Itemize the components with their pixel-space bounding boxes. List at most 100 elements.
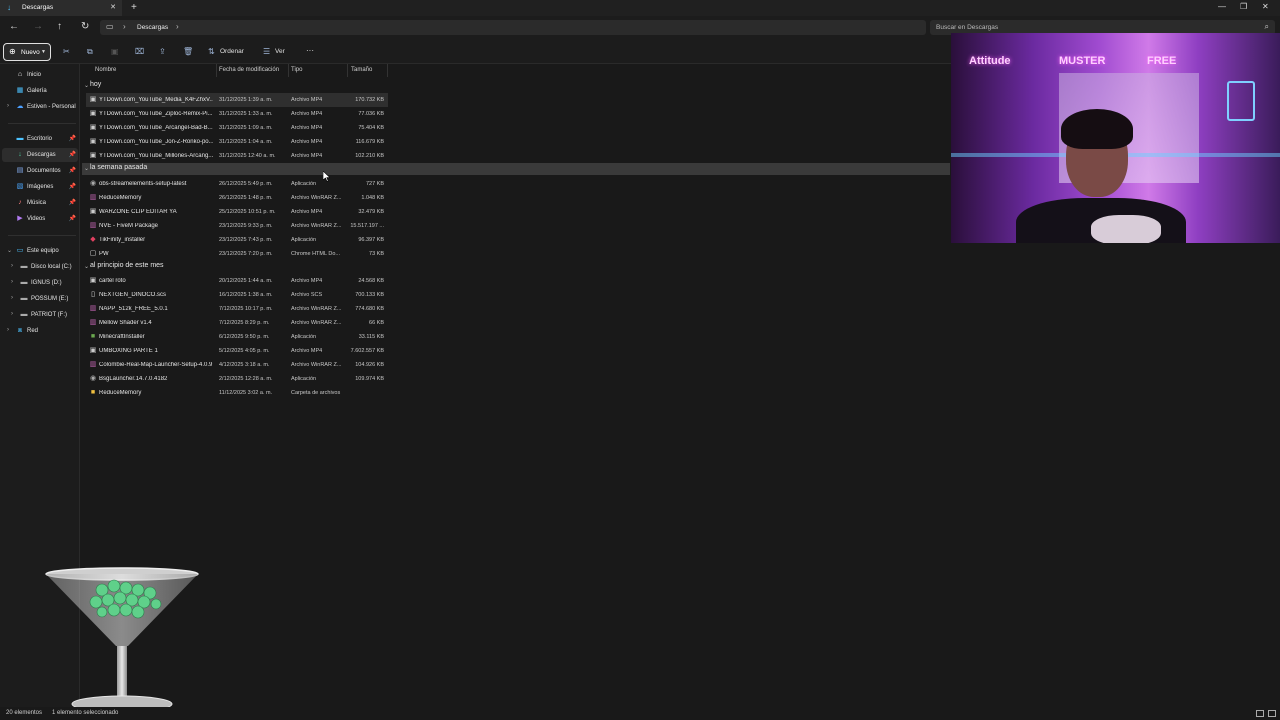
pin-icon[interactable]: 📌 — [69, 151, 76, 158]
file-row[interactable]: ■ ReduceMemory 11/12/2025 3:02 a. m. Car… — [86, 386, 388, 400]
file-name: cartel roto — [99, 278, 126, 284]
file-row[interactable]: ▣ UMBOXING PARTE 1 5/12/2025 4:05 p. m. … — [86, 344, 388, 358]
file-row[interactable]: ▥ Mellow Shader v1.4 7/12/2025 8:29 p. m… — [86, 316, 388, 330]
file-row[interactable]: ▥ NAPP_512k_FREE_5.0.1 7/12/2025 10:17 p… — [86, 302, 388, 316]
sidebar-item-musica[interactable]: ♪ Música 📌 — [2, 196, 78, 210]
minimize-button[interactable]: — — [1218, 2, 1226, 11]
breadcrumb-descargas[interactable]: Descargas — [137, 24, 168, 31]
computer-icon: ▭ — [16, 247, 24, 254]
drive-icon: ▬ — [20, 263, 28, 270]
sidebar-item-onedrive[interactable]: › ☁ Estiven - Personal — [2, 100, 78, 114]
chevron-right-icon[interactable]: › — [7, 327, 9, 333]
chevron-down-icon[interactable]: ⌄ — [7, 247, 12, 254]
maximize-button[interactable]: ❐ — [1240, 2, 1247, 11]
file-size: 73 KB — [369, 251, 384, 257]
rename-icon[interactable]: ⌧ — [135, 47, 144, 56]
delete-icon[interactable]: 🗑 — [183, 47, 193, 56]
chevron-right-icon[interactable]: › — [11, 279, 13, 285]
file-row[interactable]: ▯ NEXTGEN_DINOCO.scs 16/12/2025 1:38 a. … — [86, 288, 388, 302]
sidebar-item-videos[interactable]: ▶ Videos 📌 — [2, 212, 78, 226]
chevron-right-icon[interactable]: › — [7, 103, 9, 109]
column-divider[interactable] — [216, 64, 217, 77]
chevron-down-icon[interactable]: ⌄ — [84, 165, 89, 172]
column-header-type[interactable]: Tipo — [291, 67, 302, 73]
column-divider[interactable] — [347, 64, 348, 77]
file-row[interactable]: ▥ Colombie-Real-Map-Launcher-Setup-4.0.9… — [86, 358, 388, 372]
sidebar-item-disco-c[interactable]: › ▬ Disco local (C:) — [6, 260, 82, 274]
sidebar-item-documentos[interactable]: ▤ Documentos 📌 — [2, 164, 78, 178]
tab-descargas[interactable]: ↓ Descargas ✕ — [0, 0, 122, 16]
sidebar-item-ignus-d[interactable]: › ▬ IGNUS (D:) — [6, 276, 82, 290]
file-row[interactable]: ▣ YTDown.com_YouTube_Media_K4FZhxV... 31… — [86, 93, 388, 107]
view-button[interactable]: Ver — [275, 48, 285, 55]
column-header-date[interactable]: Fecha de modificación — [219, 67, 279, 73]
file-date: 23/12/2025 7:20 p. m. — [219, 251, 273, 257]
back-arrow-icon[interactable]: ← — [9, 21, 19, 33]
more-options-button[interactable]: ··· — [306, 46, 314, 55]
file-row[interactable]: ▥ NVE - FiveM Package 23/12/2025 9:33 p.… — [86, 219, 388, 233]
sort-button[interactable]: Ordenar — [220, 48, 244, 55]
view-icon[interactable]: ☰ — [263, 47, 270, 56]
tiles-view-icon[interactable] — [1268, 710, 1276, 717]
sidebar-item-galeria[interactable]: ▦ Galería — [2, 84, 78, 98]
copy-icon[interactable]: ⧉ — [87, 47, 93, 57]
new-button[interactable]: ⊕ Nuevo ▼ — [3, 43, 51, 61]
close-window-button[interactable]: ✕ — [1262, 2, 1269, 11]
sidebar-item-imagenes[interactable]: ▧ Imágenes 📌 — [2, 180, 78, 194]
column-divider[interactable] — [387, 64, 388, 77]
file-name: YTDown.com_YouTube_Media_K4FZhxV... — [99, 97, 213, 103]
sort-icon[interactable]: ⇅ — [208, 47, 215, 56]
close-tab-icon[interactable]: ✕ — [110, 3, 116, 11]
sidebar-item-inicio[interactable]: ⌂ Inicio — [2, 68, 78, 82]
file-row[interactable]: ▣ YTDown.com_YouTube_Jon-Z-Ronko-po... 3… — [86, 135, 388, 149]
chevron-right-icon[interactable]: › — [11, 295, 13, 301]
sidebar-item-label: Documentos — [27, 168, 61, 174]
pin-icon[interactable]: 📌 — [69, 183, 76, 190]
file-row[interactable]: ▣ YTDown.com_YouTube_Arcangel-Bad-B... 3… — [86, 121, 388, 135]
paste-icon[interactable]: ▣ — [111, 47, 119, 56]
column-divider[interactable] — [288, 64, 289, 77]
file-row[interactable]: ▥ ReduceMemory 26/12/2025 1:48 p. m. Arc… — [86, 191, 388, 205]
cut-icon[interactable]: ✂ — [63, 47, 70, 56]
sidebar-item-label: Este equipo — [27, 248, 59, 254]
sidebar-item-red[interactable]: › ⧈ Red — [2, 324, 78, 338]
file-date: 20/12/2025 1:44 a. m. — [219, 278, 273, 284]
sidebar-item-possum-e[interactable]: › ▬ POSSUM (E:) — [6, 292, 82, 306]
chevron-right-icon[interactable]: › — [11, 263, 13, 269]
pin-icon[interactable]: 📌 — [69, 167, 76, 174]
sidebar-item-patriot-f[interactable]: › ▬ PATRIOT (F:) — [6, 308, 82, 322]
file-row[interactable]: ▣ YTDown.com_YouTube_Ziploc-Remix-Pi... … — [86, 107, 388, 121]
file-row[interactable]: ■ MinecraftInstaller 6/12/2025 9:50 p. m… — [86, 330, 388, 344]
pin-icon[interactable]: 📌 — [69, 215, 76, 222]
chevron-down-icon[interactable]: ⌄ — [84, 263, 89, 270]
file-row[interactable]: ▣ cartel roto 20/12/2025 1:44 a. m. Arch… — [86, 274, 388, 288]
file-row[interactable]: ▣ YTDown.com_YouTube_Millones-Arcang... … — [86, 149, 388, 163]
share-icon[interactable]: ⇪ — [159, 47, 166, 56]
column-header-name[interactable]: Nombre — [95, 67, 116, 73]
file-date: 23/12/2025 9:33 p. m. — [219, 223, 273, 229]
sidebar-item-descargas[interactable]: ↓ Descargas 📌 — [2, 148, 78, 162]
chevron-right-icon[interactable]: › — [123, 22, 126, 31]
file-row[interactable]: ▢ PW 23/12/2025 7:20 p. m. Chrome HTML D… — [86, 247, 388, 261]
forward-arrow-icon[interactable]: → — [33, 21, 43, 33]
sidebar-item-escritorio[interactable]: ▬ Escritorio 📌 — [2, 132, 78, 146]
refresh-icon[interactable]: ↻ — [81, 21, 89, 33]
column-header-size[interactable]: Tamaño — [351, 67, 372, 73]
file-size: 7.602.557 KB — [350, 348, 384, 354]
file-row[interactable]: ▣ WARZONE CLIP EDITAR YA 25/12/2025 10:5… — [86, 205, 388, 219]
sidebar-item-este-equipo[interactable]: ⌄ ▭ Este equipo — [2, 244, 78, 258]
details-view-icon[interactable] — [1256, 710, 1264, 717]
chevron-right-icon[interactable]: › — [176, 22, 179, 31]
file-type: Aplicación — [291, 376, 317, 382]
file-row[interactable]: ◆ TikFinity_installer 23/12/2025 7:43 p.… — [86, 233, 388, 247]
chevron-right-icon[interactable]: › — [11, 311, 13, 317]
up-arrow-icon[interactable]: ↑ — [57, 21, 62, 33]
address-bar[interactable]: ▭ › Descargas › — [100, 20, 926, 35]
pin-icon[interactable]: 📌 — [69, 135, 76, 142]
new-tab-button[interactable]: + — [131, 2, 137, 13]
file-row[interactable]: ◉ obs-streamelements-setup-latest 26/12/… — [86, 177, 388, 191]
file-row[interactable]: ◉ BsgLauncher.14.7.0.4182 2/12/2025 12:2… — [86, 372, 388, 386]
chevron-down-icon[interactable]: ⌄ — [84, 82, 89, 89]
file-name: ReduceMemory — [99, 390, 142, 396]
pin-icon[interactable]: 📌 — [69, 199, 76, 206]
